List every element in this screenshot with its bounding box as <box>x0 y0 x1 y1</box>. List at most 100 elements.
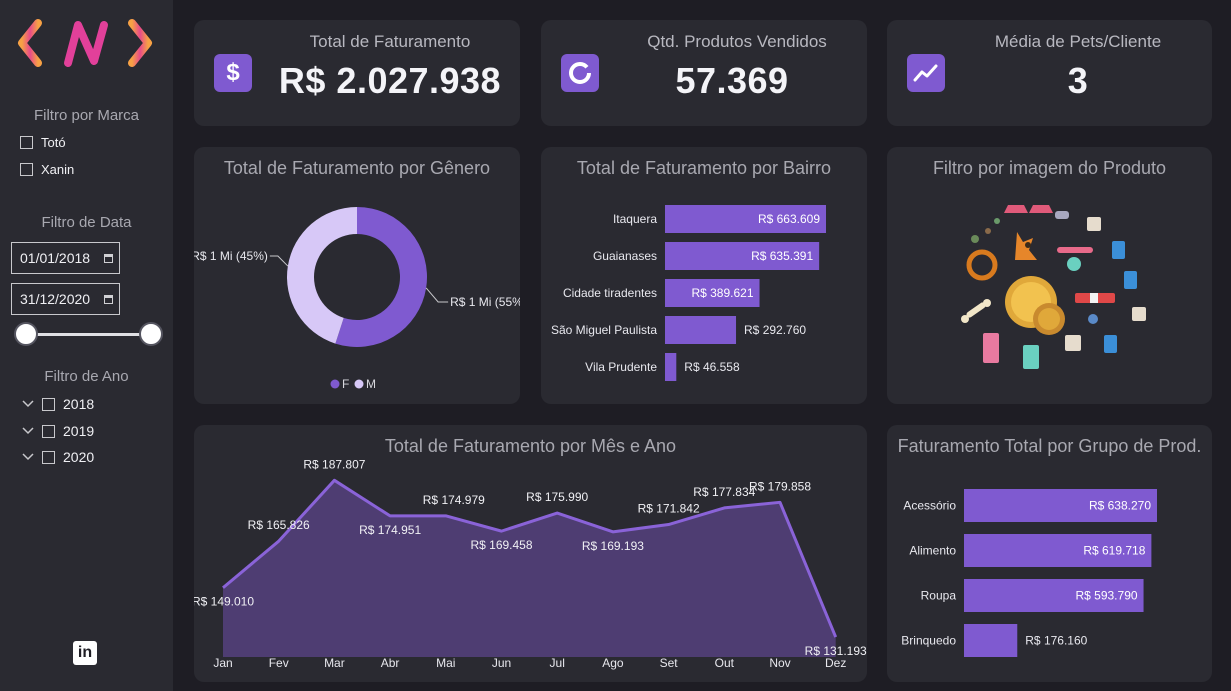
date-range-slider-track[interactable] <box>26 333 152 336</box>
bar-category-label: Guaianases <box>593 249 657 263</box>
bar <box>665 353 677 381</box>
bar-data-label: R$ 46.558 <box>684 360 740 374</box>
donut-leader-line <box>269 255 289 267</box>
legend-marker-m <box>354 379 364 389</box>
calendar-icon[interactable] <box>104 294 113 304</box>
kpi-label: Total de Faturamento <box>309 32 471 51</box>
kpi-value: 3 <box>1067 60 1089 101</box>
brand-option-xanin[interactable]: Xanin <box>20 162 74 177</box>
chevron-down-icon[interactable] <box>22 427 34 435</box>
dollar-icon: $ <box>214 54 252 92</box>
bar-data-label: R$ 638.270 <box>1089 499 1151 513</box>
date-end-input[interactable]: 31/12/2020 <box>11 283 120 315</box>
legend-label-f: F <box>342 377 349 391</box>
linkedin-icon[interactable]: in <box>73 641 97 665</box>
bar-data-label: R$ 176.160 <box>1025 634 1087 648</box>
date-start-value: 01/01/2018 <box>20 250 91 266</box>
brand-option-toto[interactable]: Totó <box>20 135 66 150</box>
product-group-bar-chart: Acessório R$ 638.270 Alimento R$ 619.718 Rou… <box>901 489 1157 657</box>
area-data-label: R$ 165.826 <box>248 518 310 532</box>
donut-chart: R$ 1 Mi (55%) R$ 1 Mi (45%) F M <box>194 207 520 391</box>
chevron-down-icon[interactable] <box>22 400 34 408</box>
bar-category-label: Vila Prudente <box>585 360 657 374</box>
kpi-value: 57.369 <box>675 60 789 101</box>
x-tick-label: Out <box>715 656 735 670</box>
date-start-input[interactable]: 01/01/2018 <box>11 242 120 274</box>
brand-option-label: Xanin <box>41 162 75 177</box>
donut-icon <box>561 54 599 92</box>
bar-data-label: R$ 389.621 <box>691 286 753 300</box>
collar-icon[interactable] <box>966 249 998 281</box>
year-filter-title: Filtro de Ano <box>44 368 129 385</box>
calendar-icon[interactable] <box>104 253 113 263</box>
checkbox-icon[interactable] <box>42 450 55 464</box>
pet-tag-icon[interactable] <box>1057 247 1093 271</box>
bar <box>964 624 1018 657</box>
brand-filter-title: Filtro por Marca <box>33 107 140 124</box>
year-option-2019[interactable]: 2019 <box>22 423 94 439</box>
monthly-area-chart: R$ 149.010 R$ 165.826 R$ 187.807 R$ 174.951… <box>194 457 867 670</box>
bar-category-label: Roupa <box>921 589 957 603</box>
dog-toy-icon[interactable] <box>1015 232 1037 260</box>
x-tick-label: Jan <box>213 656 232 670</box>
donut-data-label: R$ 1 Mi (45%) <box>194 249 268 263</box>
sidebar: Filtro por Marca Totó Xanin Filtro de Da… <box>0 0 173 691</box>
bar-category-label: Itaquera <box>613 212 657 226</box>
chew-toy-icon[interactable] <box>983 333 1039 369</box>
x-tick-label: Set <box>660 656 679 670</box>
kpi-card-pets-per-client: Média de Pets/Cliente 3 <box>887 20 1212 126</box>
brand-logo <box>18 19 152 67</box>
x-tick-label: Jul <box>550 656 565 670</box>
area-data-label: R$ 149.010 <box>194 595 254 609</box>
date-filter-title: Filtro de Data <box>41 214 132 231</box>
bar-category-label: Cidade tiradentes <box>563 286 657 300</box>
area-data-label: R$ 174.951 <box>359 523 421 537</box>
bar-data-label: R$ 292.760 <box>744 323 806 337</box>
chart-card-product-group: Faturamento Total por Grupo de Prod. Ace… <box>887 425 1212 682</box>
checkbox-icon[interactable] <box>42 397 55 411</box>
spiky-ball-icon[interactable] <box>1005 276 1065 335</box>
bar-data-label: R$ 635.391 <box>751 249 813 263</box>
legend-label-m: M <box>366 377 376 391</box>
chart-card-monthly-revenue: Total de Faturamento por Mês e Ano R$ 14… <box>194 425 867 682</box>
year-option-label: 2018 <box>63 396 95 412</box>
bone-icon[interactable] <box>961 299 991 323</box>
area-data-label: R$ 175.990 <box>526 490 588 504</box>
checkbox-icon[interactable] <box>42 424 55 438</box>
checkbox-icon[interactable] <box>20 136 33 149</box>
area-data-label: R$ 187.807 <box>303 457 365 471</box>
kpi-label: Qtd. Produtos Vendidos <box>647 32 827 51</box>
neighborhood-bar-chart: Itaquera R$ 663.609 Guaianases R$ 635.391 Ci… <box>551 205 826 381</box>
x-tick-label: Fev <box>269 656 289 670</box>
chart-card-neighborhood: Total de Faturamento por Bairro Itaquera… <box>541 147 867 404</box>
year-option-2020[interactable]: 2020 <box>22 449 94 465</box>
kpi-label: Média de Pets/Cliente <box>994 32 1162 51</box>
x-tick-label: Ago <box>602 656 624 670</box>
x-tick-label: Dez <box>825 656 846 670</box>
chevron-down-icon[interactable] <box>22 453 34 461</box>
bar <box>665 316 737 344</box>
x-tick-label: Mar <box>324 656 345 670</box>
bar-data-label: R$ 663.609 <box>758 212 820 226</box>
area-data-label: R$ 169.193 <box>582 539 644 553</box>
bar-category-label: Brinquedo <box>901 634 956 648</box>
date-range-slider-end-handle[interactable] <box>139 322 163 346</box>
bar-category-label: Alimento <box>909 544 956 558</box>
chart-card-gender: Total de Faturamento por Gênero R$ 1 Mi … <box>194 147 520 404</box>
product-images-cluster[interactable] <box>887 147 1212 404</box>
legend-marker-f <box>330 379 340 389</box>
trend-icon <box>907 54 945 92</box>
area-data-label: R$ 171.842 <box>638 502 700 516</box>
kpi-value: R$ 2.027.938 <box>278 60 502 101</box>
date-range-slider-start-handle[interactable] <box>14 322 38 346</box>
year-option-label: 2020 <box>63 449 95 465</box>
checkbox-icon[interactable] <box>20 163 33 176</box>
harness-icon[interactable] <box>1075 293 1115 303</box>
product-image-filter-card: Filtro por imagem do Produto <box>887 147 1212 404</box>
clothing-icon[interactable] <box>1004 205 1069 219</box>
date-end-value: 31/12/2020 <box>20 291 91 307</box>
bar-data-label: R$ 619.718 <box>1083 544 1145 558</box>
year-option-2018[interactable]: 2018 <box>22 396 94 412</box>
bar-data-label: R$ 593.790 <box>1075 589 1137 603</box>
x-tick-label: Jun <box>492 656 511 670</box>
